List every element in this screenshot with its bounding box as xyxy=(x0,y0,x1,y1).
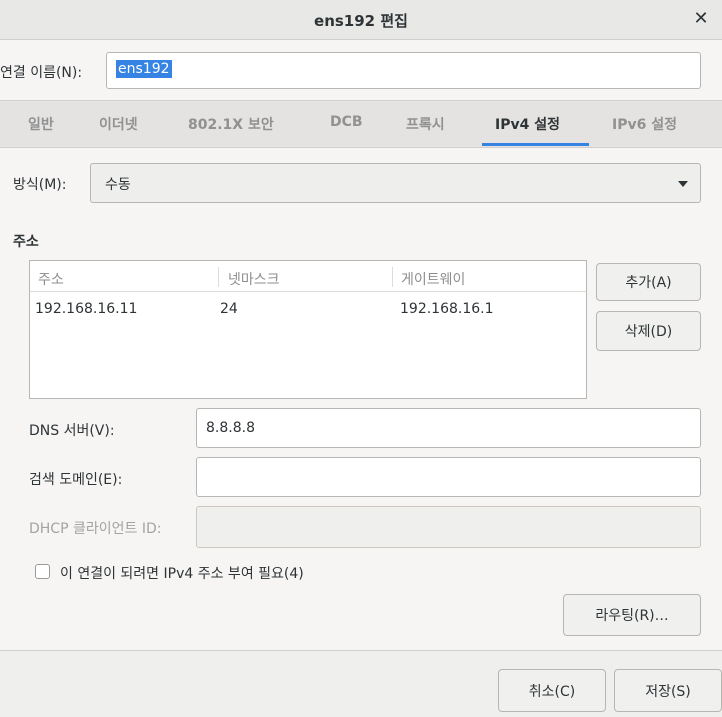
cell-address[interactable]: 192.168.16.11 xyxy=(35,301,137,317)
column-header-gateway[interactable]: 게이트웨이 xyxy=(401,269,465,289)
cell-netmask[interactable]: 24 xyxy=(220,301,238,317)
require-ipv4-checkbox[interactable] xyxy=(35,564,50,579)
cell-gateway[interactable]: 192.168.16.1 xyxy=(400,301,494,317)
method-label: 방식(M): xyxy=(13,177,67,193)
connection-name-value: ens192 xyxy=(116,60,172,78)
title-bar: ens192 편집 ✕ xyxy=(0,0,722,40)
window-title: ens192 편집 xyxy=(314,12,408,30)
cancel-button[interactable]: 취소(C) xyxy=(498,669,606,712)
require-ipv4-label[interactable]: 이 연결이 되려면 IPv4 주소 부여 필요(4) xyxy=(60,563,304,583)
add-address-button[interactable]: 추가(A) xyxy=(596,263,701,301)
method-value: 수동 xyxy=(105,177,131,193)
tab-dcb[interactable]: DCB xyxy=(330,114,363,130)
search-domains-label: 검색 도메인(E): xyxy=(29,472,123,488)
chevron-down-icon xyxy=(678,181,688,187)
dns-server-input[interactable] xyxy=(196,408,701,448)
delete-address-button[interactable]: 삭제(D) xyxy=(596,311,701,351)
dhcp-client-id-label: DHCP 클라이언트 ID: xyxy=(29,521,162,537)
dns-server-label: DNS 서버(V): xyxy=(29,423,115,439)
addresses-table[interactable]: 주소 넷마스크 게이트웨이 192.168.16.11 24 192.168.1… xyxy=(29,260,587,399)
tab-bar: 일반 이더넷 802.1X 보안 DCB 프록시 IPv4 설정 IPv6 설정 xyxy=(0,100,722,148)
method-dropdown[interactable]: 수동 xyxy=(90,163,701,203)
column-header-address[interactable]: 주소 xyxy=(38,269,64,289)
column-separator xyxy=(392,267,393,287)
tab-general[interactable]: 일반 xyxy=(28,114,54,134)
table-row[interactable]: 192.168.16.11 24 192.168.16.1 xyxy=(30,292,586,322)
routes-button[interactable]: 라우팅(R)… xyxy=(563,594,701,636)
tab-ethernet[interactable]: 이더넷 xyxy=(99,114,138,134)
connection-name-label: 연결 이름(N): xyxy=(0,65,83,81)
addresses-section-title: 주소 xyxy=(13,234,39,250)
save-button[interactable]: 저장(S) xyxy=(614,669,722,712)
search-domains-input[interactable] xyxy=(196,457,701,497)
tab-ipv4-settings[interactable]: IPv4 설정 xyxy=(495,114,560,134)
connection-name-field[interactable]: ens192 xyxy=(106,52,701,89)
close-icon[interactable]: ✕ xyxy=(690,8,712,30)
column-header-netmask[interactable]: 넷마스크 xyxy=(228,269,280,289)
tab-proxy[interactable]: 프록시 xyxy=(406,114,445,134)
column-separator xyxy=(218,267,219,287)
dialog-footer: 취소(C) 저장(S) xyxy=(0,650,722,717)
dhcp-client-id-input xyxy=(196,506,701,548)
tab-8021x-security[interactable]: 802.1X 보안 xyxy=(188,114,274,134)
tab-ipv6-settings[interactable]: IPv6 설정 xyxy=(612,114,677,134)
active-tab-indicator xyxy=(482,143,589,146)
